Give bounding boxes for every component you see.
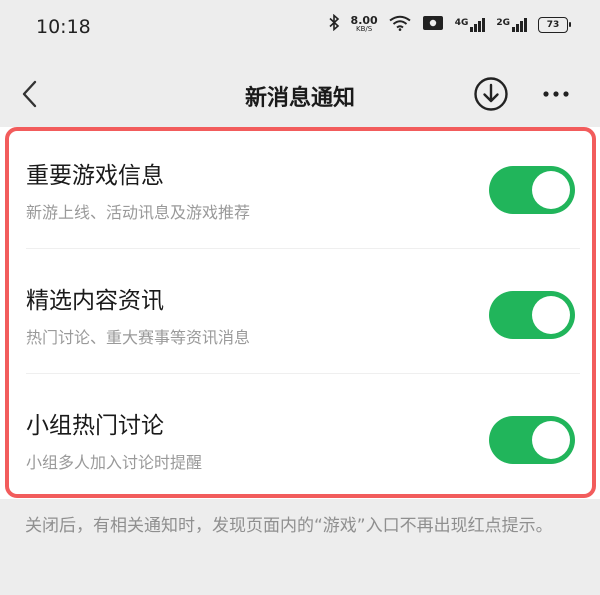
bluetooth-icon [328,13,340,35]
more-button[interactable] [538,76,574,112]
status-bar: 10:18 8.00 KB/S 4G 2G 73 [0,0,600,56]
battery-icon: 73 [538,16,571,33]
status-icons: 8.00 KB/S 4G 2G 73 [328,13,571,35]
signal-2g-icon: 2G [496,17,527,32]
wifi-icon [389,15,411,35]
signal-4g-icon: 4G [454,17,486,32]
network-speed: 8.00 KB/S [350,13,378,34]
page-title: 新消息通知 [244,86,355,111]
status-time: 10:18 [36,16,91,38]
network-speed-unit: KB/S [356,24,373,33]
more-dots-icon [543,91,569,97]
highlight-frame [5,127,596,498]
signal-4g-label: 4G [454,17,469,28]
download-button[interactable] [472,75,510,113]
download-circle-icon [474,77,508,111]
signal-2g-label: 2G [496,17,510,28]
hd-call-icon [422,15,444,35]
network-speed-value: 8.00 [350,13,378,27]
battery-level: 73 [546,19,560,30]
nav-bar: 新消息通知 [0,64,600,124]
footer-note: 关闭后，有相关通知时，发现页面内的“游戏”入口不再出现红点提示。 [25,516,553,536]
